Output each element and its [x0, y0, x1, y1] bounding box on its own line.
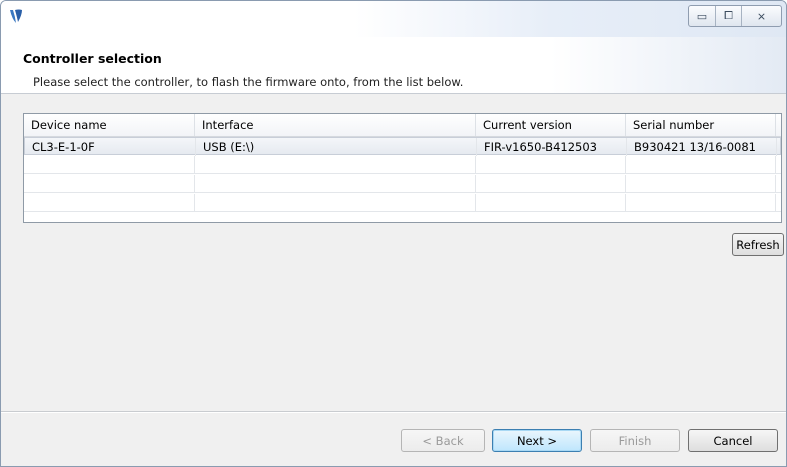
cancel-button[interactable]: Cancel — [688, 429, 778, 452]
refresh-button[interactable]: Refresh — [732, 233, 784, 256]
page-description: Please select the controller, to flash t… — [33, 75, 464, 89]
column-header-serial-number[interactable]: Serial number — [626, 114, 776, 136]
wizard-window: ▭ ⧠ ⨯ Controller selection Please select… — [0, 0, 787, 467]
maximize-icon[interactable]: ⧠ — [715, 6, 741, 26]
title-bar: ▭ ⧠ ⨯ — [1, 1, 786, 37]
cell-current-version: FIR-v1650-B412503 — [477, 138, 627, 156]
minimize-icon[interactable]: ▭ — [689, 6, 715, 26]
cell-device-name: CL3-E-1-0F — [25, 138, 196, 156]
next-button[interactable]: Next > — [492, 429, 582, 452]
window-controls: ▭ ⧠ ⨯ — [688, 5, 782, 27]
column-header-interface[interactable]: Interface — [195, 114, 476, 136]
page-title: Controller selection — [23, 51, 162, 66]
cell-interface: USB (E:\) — [196, 138, 477, 156]
table-row-empty — [24, 194, 781, 212]
controller-table[interactable]: Device name Interface Current version Se… — [23, 113, 782, 223]
table-header: Device name Interface Current version Se… — [24, 114, 781, 137]
back-button[interactable]: < Back — [401, 429, 485, 452]
button-bar-divider — [1, 411, 786, 413]
table-row-empty — [24, 175, 781, 193]
close-icon[interactable]: ⨯ — [741, 6, 781, 26]
column-header-current-version[interactable]: Current version — [476, 114, 626, 136]
wizard-header: Controller selection Please select the c… — [1, 37, 786, 94]
app-logo-icon — [10, 9, 22, 23]
column-header-device-name[interactable]: Device name — [24, 114, 195, 136]
finish-button[interactable]: Finish — [590, 429, 680, 452]
cell-serial-number: B930421 13/16-0081 — [627, 138, 777, 156]
table-row[interactable]: CL3-E-1-0F USB (E:\) FIR-v1650-B412503 B… — [24, 137, 781, 156]
table-row-empty — [24, 156, 781, 174]
